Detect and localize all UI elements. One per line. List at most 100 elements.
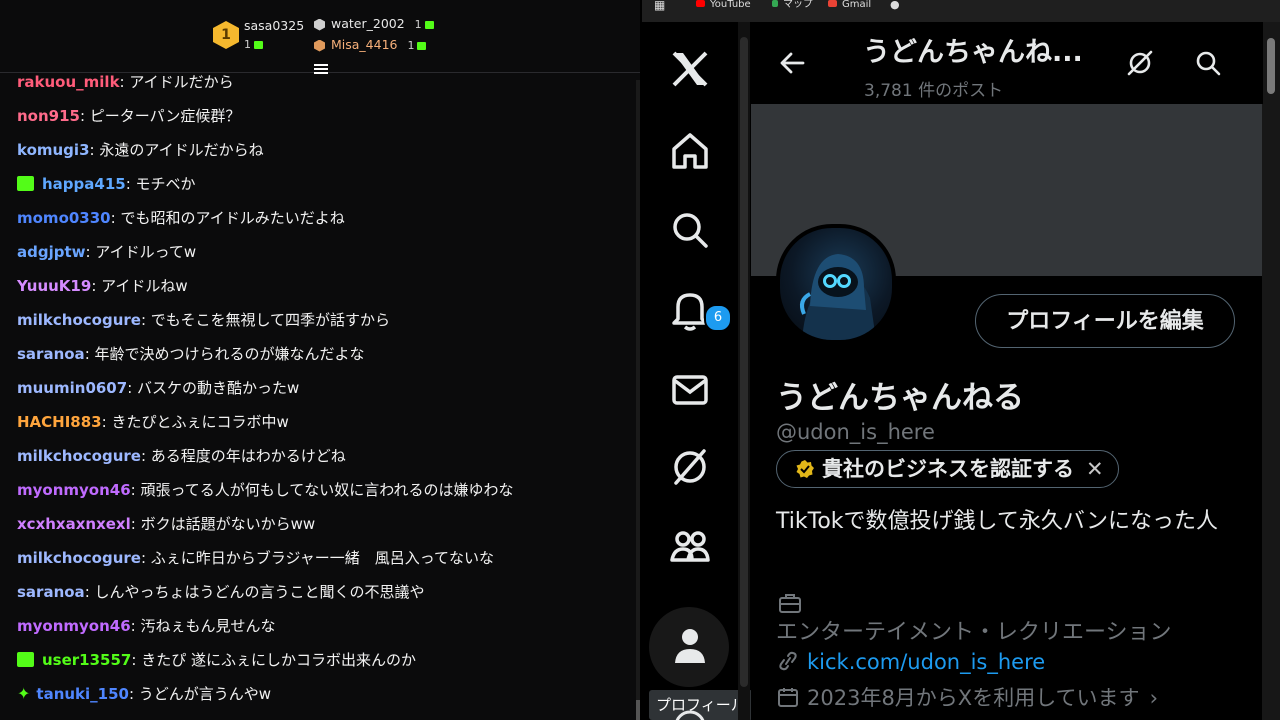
chat-text: : バスケの動き酷かったw — [127, 379, 300, 397]
chat-username[interactable]: muumin0607 — [17, 379, 127, 397]
chat-text: : アイドルねw — [91, 277, 188, 295]
profile-person-icon — [675, 629, 705, 663]
chat-username[interactable]: momo0330 — [17, 209, 111, 227]
rank-3-badge-icon — [314, 39, 325, 52]
apps-grid-icon[interactable]: ▦ — [654, 0, 665, 11]
more-options-icon[interactable] — [666, 702, 714, 720]
chat-username[interactable]: myonmyon46 — [17, 481, 131, 499]
nav-scrollbar-thumb[interactable] — [740, 37, 748, 687]
chat-username[interactable]: milkchocogure — [17, 311, 141, 329]
leaderboard-third-name: Misa_4416 — [331, 37, 398, 52]
chat-username[interactable]: myonmyon46 — [17, 617, 131, 635]
chat-username[interactable]: non915 — [17, 107, 80, 125]
gift-icon — [424, 20, 434, 29]
display-name: うどんちゃんねる — [776, 380, 1024, 416]
search-profile-icon[interactable] — [1193, 48, 1223, 78]
youtube-icon — [696, 0, 705, 7]
bookmark-gmail[interactable]: Gmail — [828, 0, 871, 10]
back-arrow-icon[interactable] — [779, 50, 805, 76]
post-count: 3,781 件のポスト — [864, 81, 1004, 101]
profile-header-bar: うどんちゃんね... 3,781 件のポスト — [751, 22, 1263, 104]
avatar-image — [800, 254, 876, 340]
extension-icon[interactable]: ● — [890, 0, 900, 10]
gift-badge-icon — [17, 652, 34, 667]
grok-icon[interactable] — [666, 443, 714, 491]
chat-text: : 頑張ってる人が何もしてない奴に言われるのは嫌ゆわな — [130, 481, 514, 499]
dismiss-close-icon[interactable]: ✕ — [1086, 457, 1104, 481]
chat-username[interactable]: saranoa — [17, 583, 85, 601]
chat-username[interactable]: saranoa — [17, 345, 85, 363]
chat-text: : 永遠のアイドルだからね — [89, 141, 264, 159]
leaderboard-menu-icon[interactable] — [314, 64, 328, 74]
home-icon[interactable] — [666, 127, 714, 175]
chat-username[interactable]: komugi3 — [17, 141, 90, 159]
chat-text: : しんやっちょはうどんの言うこと聞くの不思議や — [84, 583, 425, 601]
chat-username[interactable]: xcxhxaxnxexl — [17, 515, 131, 533]
grok-header-icon[interactable] — [1125, 48, 1155, 78]
chat-panel: rakuou_milk: アイドルだから non915: ピーターパン症候群？ ko… — [0, 0, 640, 720]
chat-message: non915: ピーターパン症候群？ — [17, 99, 630, 133]
chat-username[interactable]: tanuki_150 — [36, 685, 129, 703]
header-title: うどんちゃんね... — [863, 37, 1083, 68]
chat-scrollbar[interactable] — [636, 80, 640, 710]
gift-icon — [417, 41, 427, 50]
communities-icon[interactable] — [666, 522, 714, 570]
page-scrollbar[interactable] — [1262, 22, 1280, 720]
chat-message: milkchocogure: ある程度の年はわかるけどね — [17, 439, 630, 473]
profile-category: エンターテイメント・レクリエーション — [776, 620, 1172, 645]
nav-scrollbar[interactable] — [738, 22, 750, 720]
chevron-right-icon[interactable]: › — [1150, 686, 1158, 710]
x-logo-icon[interactable] — [666, 45, 714, 93]
leaderboard-first-name[interactable]: sasa0325 — [244, 18, 304, 33]
chat-text: : 年齢で決めつけられるのが嫌なんだよな — [84, 345, 365, 363]
chat-message: milkchocogure: でもそこを無視して四季が話すから — [17, 303, 630, 337]
chat-message: user13557: きたぴ 遂にふぇにしかコラボ出来んのか — [17, 643, 630, 677]
profile-avatar[interactable] — [776, 224, 896, 344]
messages-mail-icon[interactable] — [666, 366, 714, 414]
chat-username[interactable]: adgjptw — [17, 243, 86, 261]
chat-scrollbar-thumb[interactable] — [636, 700, 640, 720]
chat-username[interactable]: milkchocogure — [17, 549, 141, 567]
chat-text: : アイドルってw — [85, 243, 197, 261]
briefcase-icon — [779, 594, 801, 613]
profile-link-row: kick.com/udon_is_here — [776, 650, 1045, 674]
chat-username[interactable]: YuuuK19 — [17, 277, 91, 295]
chat-username[interactable]: happa415 — [42, 175, 126, 193]
profile-link[interactable]: kick.com/udon_is_here — [807, 650, 1045, 674]
chat-text: : ボクは話題がないからww — [130, 515, 316, 533]
profile-main-column: うどんちゃんね... 3,781 件のポスト プロフィールを編集 うどんちゃんね… — [751, 22, 1263, 720]
chat-message: adgjptw: アイドルってw — [17, 235, 630, 269]
chat-message: saranoa: 年齢で決めつけられるのが嫌なんだよな — [17, 337, 630, 371]
chat-text: : でもそこを無視して四季が話すから — [140, 311, 391, 329]
bookmark-youtube[interactable]: YouTube — [696, 0, 751, 10]
chat-username[interactable]: milkchocogure — [17, 447, 141, 465]
chat-message: HACHI883: きたぴとふぇにコラボ中w — [17, 405, 630, 439]
chat-text: : でも昭和のアイドルみたいだよね — [110, 209, 345, 227]
profile-nav-button[interactable] — [649, 607, 729, 687]
chat-text: : モチベか — [125, 175, 196, 193]
verify-business-chip[interactable]: 貴社のビジネスを認証する ✕ — [776, 450, 1119, 488]
chat-username[interactable]: rakuou_milk — [17, 73, 120, 91]
edit-profile-button[interactable]: プロフィールを編集 — [975, 294, 1235, 348]
page-scrollbar-thumb[interactable] — [1267, 38, 1275, 94]
chat-text: : ピーターパン症候群？ — [79, 107, 241, 125]
bookmark-maps[interactable]: マップ — [772, 0, 813, 10]
chat-username[interactable]: HACHI883 — [17, 413, 102, 431]
gold-verified-badge-icon — [796, 460, 814, 478]
gmail-icon — [828, 0, 837, 7]
x-side-nav: 6 プロフィール — [642, 22, 753, 720]
chat-message: milkchocogure: ふぇに昨日からブラジャー一緒 風呂入ってないな — [17, 541, 630, 575]
chat-username[interactable]: user13557 — [42, 651, 131, 669]
leaderboard-third[interactable]: Misa_4416 1 — [314, 37, 427, 52]
chat-message: myonmyon46: 頑張ってる人が何もしてない奴に言われるのは嫌ゆわな — [17, 473, 630, 507]
leaderboard-third-count: 1 — [407, 39, 415, 52]
chat-message: momo0330: でも昭和のアイドルみたいだよね — [17, 201, 630, 235]
search-icon[interactable] — [666, 206, 714, 254]
chat-message: happa415: モチベか — [17, 167, 630, 201]
leaderboard-second[interactable]: water_2002 1 — [314, 16, 434, 31]
chat-message: muumin0607: バスケの動き酷かったw — [17, 371, 630, 405]
rank-2-badge-icon — [314, 18, 325, 31]
chat-message: myonmyon46: 汚ねぇもん見せんな — [17, 609, 630, 643]
user-handle: @udon_is_here — [776, 420, 935, 444]
chat-text: : アイドルだから — [119, 73, 234, 91]
